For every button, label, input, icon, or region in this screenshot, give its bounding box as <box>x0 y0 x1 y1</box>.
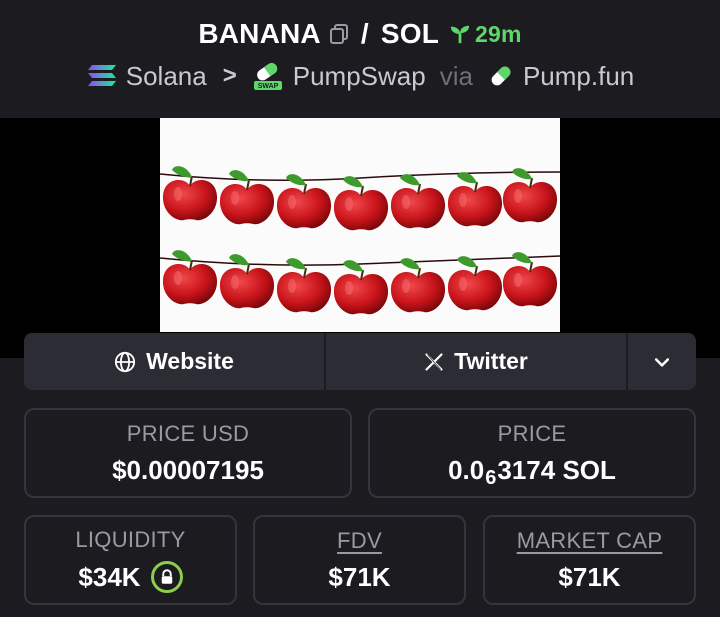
price-usd-value: $0.00007195 <box>112 454 264 485</box>
pumpswap-icon: SWAP <box>251 61 285 91</box>
website-button[interactable]: Website <box>24 333 326 390</box>
liquidity-label: LIQUIDITY <box>75 527 186 552</box>
price-usd-label: PRICE USD <box>126 420 250 446</box>
token-banner-image <box>159 118 561 332</box>
pair-separator: / <box>360 18 369 49</box>
price-native-suffix: 3174 SOL <box>497 454 616 485</box>
liquidity-value: $34K <box>78 561 141 592</box>
token-symbol: BANANA <box>198 18 321 49</box>
price-usd-card: PRICE USD $0.00007195 <box>24 408 352 498</box>
pair-age-badge: 29m <box>449 21 522 48</box>
chevron-right-icon: > <box>222 62 237 89</box>
sprout-icon <box>450 25 470 44</box>
price-native-value: 0.0 6 3174 SOL <box>448 454 616 489</box>
chevron-down-icon <box>654 357 670 367</box>
price-native-card: PRICE 0.0 6 3174 SOL <box>368 408 696 498</box>
x-logo-icon <box>425 352 443 371</box>
fdv-card: FDV $71K <box>253 515 466 605</box>
launchpad-link[interactable]: Pump.fun <box>523 61 634 92</box>
twitter-label: Twitter <box>454 348 528 374</box>
fdv-label[interactable]: FDV <box>337 528 382 554</box>
via-label: via <box>439 60 473 91</box>
globe-icon <box>115 351 136 372</box>
lock-icon[interactable] <box>150 561 183 593</box>
quote-symbol: SOL <box>380 18 440 49</box>
more-links-button[interactable] <box>628 333 696 390</box>
price-native-label: PRICE <box>497 420 567 446</box>
fdv-value: $71K <box>328 561 391 592</box>
apples-image <box>159 165 561 316</box>
pair-age: 29m <box>475 20 522 47</box>
market-cap-value: $71K <box>558 561 621 592</box>
solana-icon <box>86 63 118 89</box>
price-native-zero-count: 6 <box>485 466 497 489</box>
market-cap-label[interactable]: MARKET CAP <box>517 528 663 554</box>
pair-title: BANANA / SOL 29m <box>0 14 720 54</box>
chain-link[interactable]: Solana <box>126 61 207 92</box>
liquidity-value-row: $34K <box>78 561 183 593</box>
twitter-button[interactable]: Twitter <box>326 333 628 390</box>
pumpfun-icon <box>487 62 515 90</box>
swap-badge-text: SWAP <box>257 83 278 90</box>
dex-link[interactable]: PumpSwap <box>293 61 426 92</box>
website-label: Website <box>146 348 234 374</box>
price-native-prefix: 0.0 <box>448 454 485 485</box>
copy-icon[interactable] <box>327 22 351 46</box>
market-cap-card: MARKET CAP $71K <box>483 515 696 605</box>
social-links-bar: Website Twitter <box>24 333 696 390</box>
liquidity-card: LIQUIDITY $34K <box>24 515 237 605</box>
pair-route: Solana > SWAP PumpSwap via Pump.fun <box>0 56 720 96</box>
